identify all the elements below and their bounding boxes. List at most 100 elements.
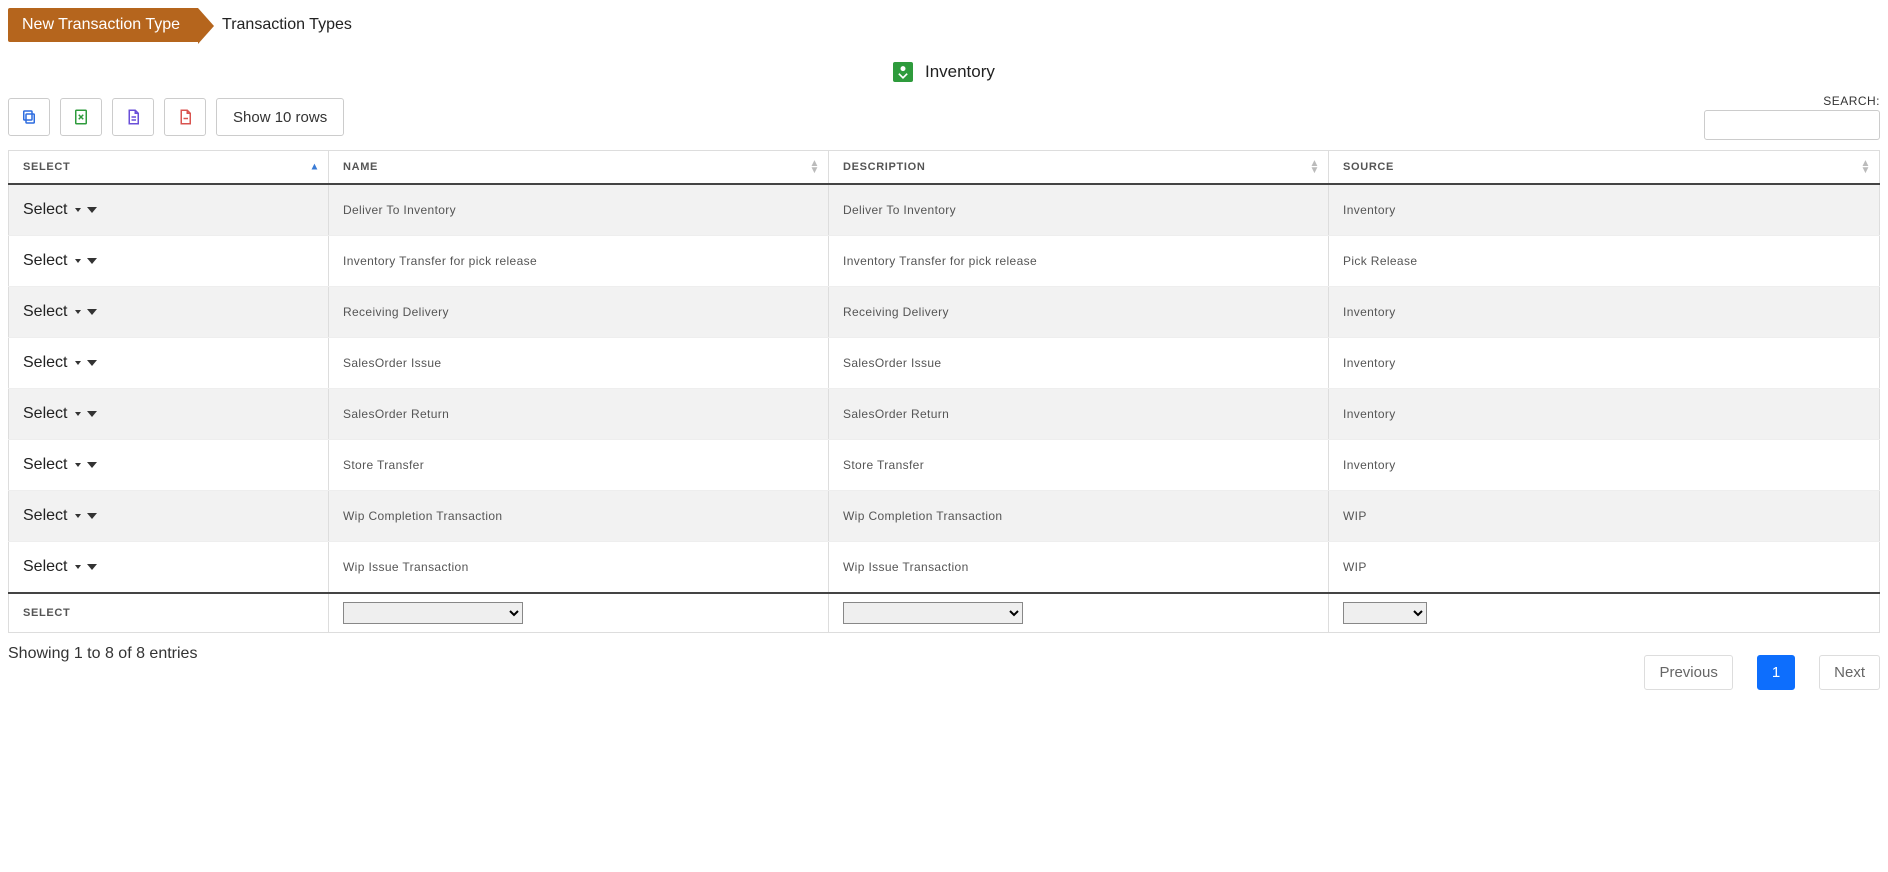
- pager-next-label: Next: [1834, 664, 1865, 681]
- pager-previous-button[interactable]: Previous: [1644, 655, 1732, 690]
- table-row: Select Inventory Transfer for pick relea…: [9, 236, 1880, 287]
- copy-icon: [20, 108, 38, 126]
- breadcrumb: New Transaction Type Transaction Types: [8, 8, 1880, 42]
- page-title-text: Inventory: [925, 62, 995, 81]
- table-header-row: SELECT ▲ NAME ▲▼ DESCRIPTION ▲▼ SOURCE ▲…: [9, 151, 1880, 185]
- cell-source: Pick Release: [1329, 236, 1880, 287]
- caret-down-icon: [75, 259, 81, 263]
- cell-description: SalesOrder Return: [829, 389, 1329, 440]
- col-header-source[interactable]: SOURCE ▲▼: [1329, 151, 1880, 185]
- row-select-label: Select: [23, 303, 67, 321]
- col-header-name[interactable]: NAME ▲▼: [329, 151, 829, 185]
- copy-button[interactable]: [8, 98, 50, 136]
- caret-down-icon: [87, 462, 97, 468]
- table-row: Select Wip Issue TransactionWip Issue Tr…: [9, 542, 1880, 594]
- row-select-dropdown[interactable]: Select: [23, 354, 97, 372]
- cell-description: Deliver To Inventory: [829, 184, 1329, 236]
- toolbar-left: Show 10 rows: [8, 98, 344, 136]
- table-row: Select SalesOrder IssueSalesOrder IssueI…: [9, 338, 1880, 389]
- col-header-name-label: NAME: [343, 161, 378, 173]
- cell-source: WIP: [1329, 542, 1880, 594]
- cell-name: SalesOrder Issue: [329, 338, 829, 389]
- col-header-description-label: DESCRIPTION: [843, 161, 925, 173]
- page-title: Inventory: [8, 62, 1880, 82]
- cell-source: WIP: [1329, 491, 1880, 542]
- cell-name: Receiving Delivery: [329, 287, 829, 338]
- table-row: Select Deliver To InventoryDeliver To In…: [9, 184, 1880, 236]
- row-select-dropdown[interactable]: Select: [23, 558, 97, 576]
- pager-next-button[interactable]: Next: [1819, 655, 1880, 690]
- pager-previous-label: Previous: [1659, 664, 1717, 681]
- caret-down-icon: [75, 208, 81, 212]
- caret-down-icon: [75, 310, 81, 314]
- excel-icon: [72, 108, 90, 126]
- cell-source: Inventory: [1329, 440, 1880, 491]
- row-select-label: Select: [23, 405, 67, 423]
- search-input[interactable]: [1704, 110, 1880, 140]
- cell-name: SalesOrder Return: [329, 389, 829, 440]
- cell-source: Inventory: [1329, 338, 1880, 389]
- new-transaction-type-tab[interactable]: New Transaction Type: [8, 8, 198, 42]
- cell-description: Wip Completion Transaction: [829, 491, 1329, 542]
- table-row: Select Store TransferStore TransferInven…: [9, 440, 1880, 491]
- footer-select-label: SELECT: [9, 593, 329, 633]
- export-excel-button[interactable]: [60, 98, 102, 136]
- cell-source: Inventory: [1329, 287, 1880, 338]
- pager-page-1-button[interactable]: 1: [1757, 655, 1795, 690]
- search-wrap: SEARCH:: [1704, 94, 1880, 140]
- breadcrumb-secondary-label[interactable]: Transaction Types: [222, 16, 352, 34]
- sort-icon: ▲▼: [1860, 160, 1871, 174]
- row-select-dropdown[interactable]: Select: [23, 405, 97, 423]
- table-row: Select Wip Completion TransactionWip Com…: [9, 491, 1880, 542]
- row-select-dropdown[interactable]: Select: [23, 303, 97, 321]
- footer-filter-name[interactable]: [343, 602, 523, 624]
- toolbar: Show 10 rows SEARCH:: [8, 94, 1880, 140]
- footer-filter-source[interactable]: [1343, 602, 1427, 624]
- cell-description: Inventory Transfer for pick release: [829, 236, 1329, 287]
- show-rows-button[interactable]: Show 10 rows: [216, 98, 344, 136]
- caret-down-icon: [87, 411, 97, 417]
- pager: Previous 1 Next: [1644, 655, 1880, 690]
- row-select-label: Select: [23, 456, 67, 474]
- export-doc-button[interactable]: [112, 98, 154, 136]
- row-select-label: Select: [23, 354, 67, 372]
- caret-down-icon: [75, 514, 81, 518]
- table-row: Select SalesOrder ReturnSalesOrder Retur…: [9, 389, 1880, 440]
- caret-down-icon: [87, 513, 97, 519]
- row-select-dropdown[interactable]: Select: [23, 252, 97, 270]
- caret-down-icon: [75, 412, 81, 416]
- footer-filter-description[interactable]: [843, 602, 1023, 624]
- cell-name: Wip Completion Transaction: [329, 491, 829, 542]
- cell-description: Store Transfer: [829, 440, 1329, 491]
- col-header-description[interactable]: DESCRIPTION ▲▼: [829, 151, 1329, 185]
- show-rows-label: Show 10 rows: [233, 109, 327, 126]
- row-select-dropdown[interactable]: Select: [23, 201, 97, 219]
- caret-down-icon: [75, 361, 81, 365]
- cell-name: Wip Issue Transaction: [329, 542, 829, 594]
- document-icon: [124, 108, 142, 126]
- sort-icon: ▲▼: [809, 160, 820, 174]
- row-select-dropdown[interactable]: Select: [23, 507, 97, 525]
- cell-description: Receiving Delivery: [829, 287, 1329, 338]
- row-select-label: Select: [23, 252, 67, 270]
- transaction-types-table: SELECT ▲ NAME ▲▼ DESCRIPTION ▲▼ SOURCE ▲…: [8, 150, 1880, 633]
- row-select-label: Select: [23, 201, 67, 219]
- row-select-dropdown[interactable]: Select: [23, 456, 97, 474]
- breadcrumb-primary-label: New Transaction Type: [22, 16, 180, 33]
- row-select-label: Select: [23, 558, 67, 576]
- cell-name: Inventory Transfer for pick release: [329, 236, 829, 287]
- col-header-select[interactable]: SELECT ▲: [9, 151, 329, 185]
- cell-source: Inventory: [1329, 389, 1880, 440]
- caret-down-icon: [87, 309, 97, 315]
- col-header-select-label: SELECT: [23, 161, 70, 173]
- export-pdf-button[interactable]: [164, 98, 206, 136]
- pager-page-label: 1: [1772, 664, 1780, 681]
- sort-icon: ▲▼: [1309, 160, 1320, 174]
- table-footer-bar: Showing 1 to 8 of 8 entries Previous 1 N…: [8, 645, 1880, 690]
- table-footer-row: SELECT: [9, 593, 1880, 633]
- caret-down-icon: [87, 564, 97, 570]
- cell-description: Wip Issue Transaction: [829, 542, 1329, 594]
- cell-name: Deliver To Inventory: [329, 184, 829, 236]
- caret-down-icon: [87, 360, 97, 366]
- table-row: Select Receiving DeliveryReceiving Deliv…: [9, 287, 1880, 338]
